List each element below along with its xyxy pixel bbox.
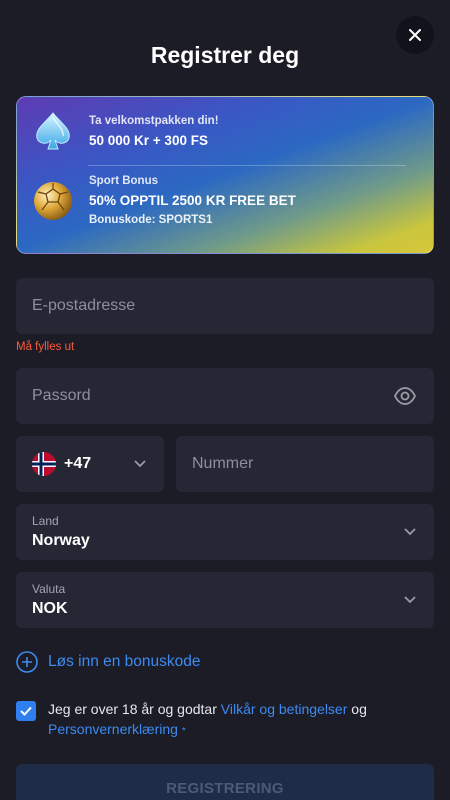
country-code-select[interactable]: +47 bbox=[16, 436, 164, 492]
chevron-down-icon bbox=[404, 528, 416, 536]
sport-offer-text: 50% OPPTIL 2500 KR FREE BET bbox=[89, 193, 296, 208]
email-placeholder: E-postadresse bbox=[32, 297, 136, 314]
bonus-code-label: Bonuskode: bbox=[89, 214, 156, 226]
promo-divider bbox=[88, 165, 406, 166]
currency-label: Valuta bbox=[32, 582, 66, 596]
welcome-label: Ta velkomstpakken din! bbox=[89, 114, 219, 127]
terms-text-part2: og bbox=[351, 701, 367, 717]
currency-select[interactable]: Valuta NOK bbox=[16, 572, 434, 628]
terms-text-part1: Jeg er over 18 år og godtar bbox=[48, 701, 217, 717]
phone-number-field[interactable]: Nummer bbox=[176, 436, 434, 492]
terms-checkbox[interactable] bbox=[16, 701, 36, 721]
password-field[interactable]: Passord bbox=[16, 368, 434, 424]
country-label: Land bbox=[32, 514, 59, 528]
chevron-down-icon bbox=[404, 596, 416, 604]
chevron-down-icon bbox=[134, 460, 146, 468]
plus-circle-icon bbox=[16, 651, 38, 673]
country-select[interactable]: Land Norway bbox=[16, 504, 434, 560]
eye-icon[interactable] bbox=[394, 387, 416, 405]
checkmark-icon bbox=[20, 706, 32, 716]
required-mark: * bbox=[181, 726, 186, 737]
bonus-code-link[interactable]: Løs inn en bonuskode bbox=[16, 651, 201, 673]
page-title: Registrer deg bbox=[150, 42, 300, 68]
phone-placeholder: Nummer bbox=[192, 455, 254, 472]
currency-value: NOK bbox=[32, 600, 68, 617]
country-value: Norway bbox=[32, 532, 90, 549]
register-button[interactable]: REGISTRERING bbox=[16, 764, 434, 800]
spade-icon bbox=[36, 112, 70, 150]
email-error: Må fylles ut bbox=[16, 341, 75, 353]
close-icon bbox=[409, 29, 421, 41]
welcome-offer: Ta velkomstpakken din! 50 000 Kr + 300 F… bbox=[17, 109, 433, 153]
country-code-value: +47 bbox=[64, 455, 92, 472]
bonus-code-link-label: Løs inn en bonuskode bbox=[48, 653, 201, 670]
sport-label: Sport Bonus bbox=[89, 175, 158, 187]
privacy-link[interactable]: Personvernerklæring bbox=[48, 721, 178, 737]
email-field[interactable]: E-postadresse bbox=[16, 278, 434, 334]
football-icon bbox=[34, 181, 72, 220]
password-placeholder: Passord bbox=[32, 387, 91, 404]
terms-link[interactable]: Vilkår og betingelser bbox=[221, 701, 348, 717]
bonus-code: Bonuskode: SPORTS1 bbox=[89, 214, 296, 226]
welcome-offer-text: 50 000 Kr + 300 FS bbox=[89, 132, 208, 148]
norway-flag-icon bbox=[32, 452, 56, 476]
sport-offer: Sport Bonus 50% OPPTIL 2500 KR FREE BET … bbox=[17, 175, 433, 226]
bonus-code-value: SPORTS1 bbox=[158, 214, 213, 226]
promo-card: Ta velkomstpakken din! 50 000 Kr + 300 F… bbox=[16, 96, 434, 254]
terms-text: Jeg er over 18 år og godtar Vilkår og be… bbox=[48, 699, 428, 742]
